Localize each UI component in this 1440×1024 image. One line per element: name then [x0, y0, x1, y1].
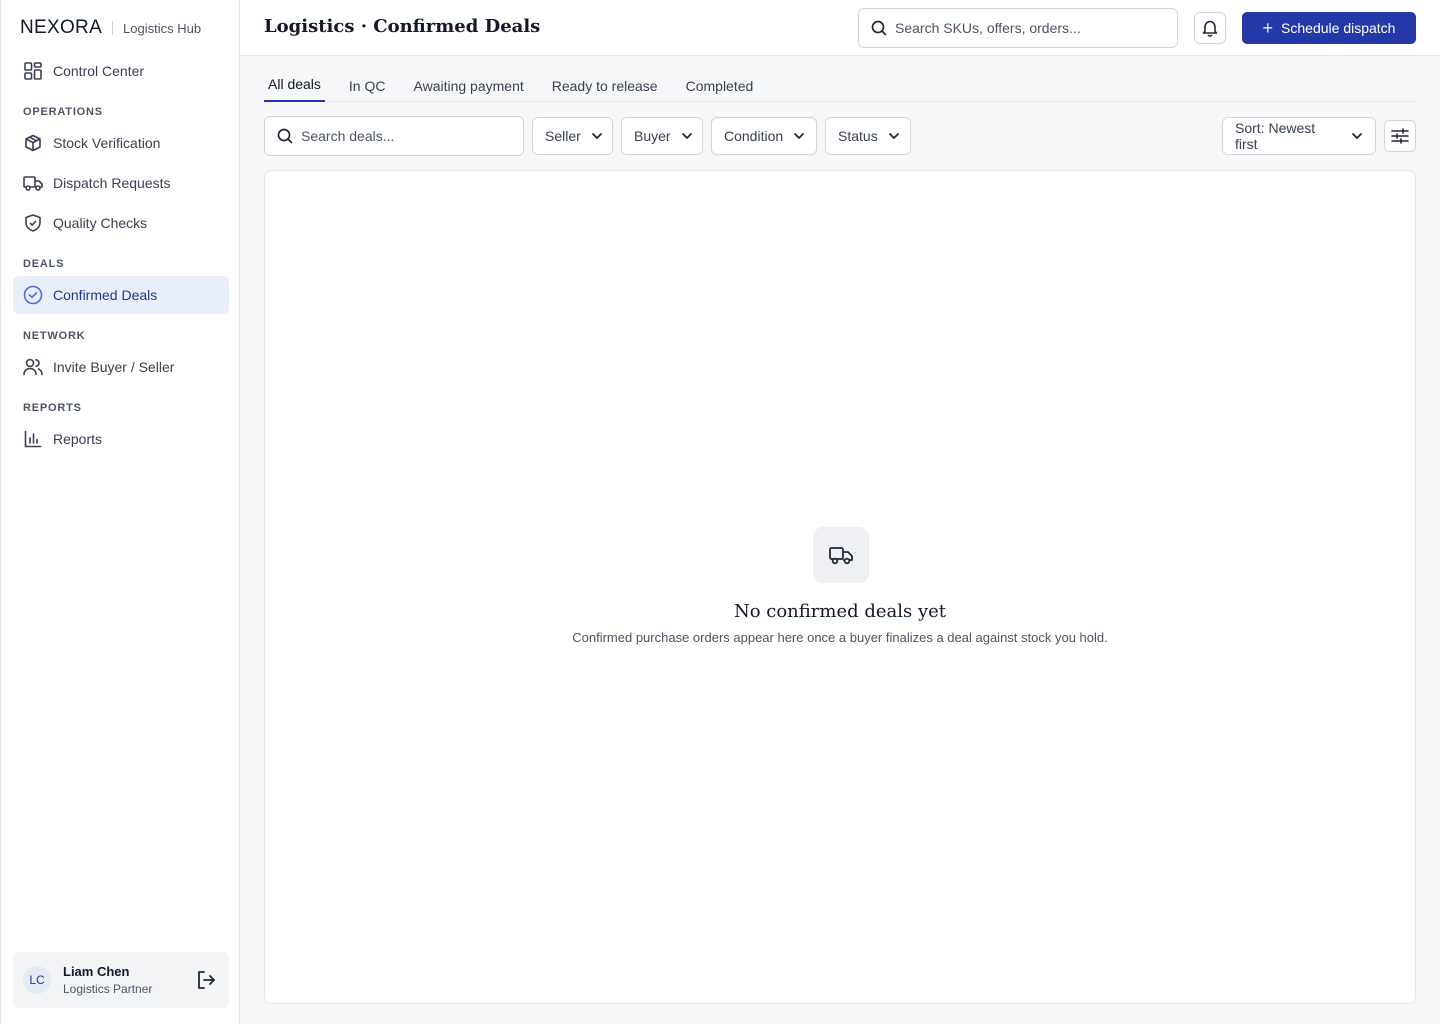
seller-filter-label: Seller [545, 128, 581, 144]
empty-state-title: No confirmed deals yet [733, 601, 947, 622]
sidebar-item-label: Quality Checks [53, 215, 148, 231]
buyer-filter-label: Buyer [634, 128, 671, 144]
brand-subtitle: Logistics Hub [123, 20, 202, 36]
sliders-icon [1390, 127, 1410, 145]
sort-select-label: Sort: Newest first [1235, 120, 1316, 152]
brand-logo: NEXORA [20, 17, 103, 38]
global-search[interactable] [858, 8, 1178, 48]
user-name: Liam Chen [63, 964, 130, 979]
chevron-down-icon [793, 130, 805, 142]
check-circle-icon [23, 285, 43, 305]
chevron-down-icon [888, 130, 900, 142]
tab-all-deals[interactable]: All deals [264, 72, 325, 102]
page-title: Logistics · Confirmed Deals [264, 16, 541, 37]
deals-panel: No confirmed deals yet Confirmed purchas… [264, 170, 1416, 1004]
sidebar-item-label: Dispatch Requests [53, 175, 171, 191]
truck-icon [23, 173, 43, 193]
box-icon [23, 133, 43, 153]
chevron-down-icon [591, 130, 603, 142]
tab-in-qc[interactable]: In QC [345, 72, 390, 102]
user-info: Liam Chen Logistics Partner [63, 964, 152, 996]
filter-settings-button[interactable] [1384, 120, 1416, 152]
schedule-dispatch-button[interactable]: + Schedule dispatch [1242, 12, 1416, 44]
sidebar-item-label: Reports [53, 431, 103, 447]
chevron-down-icon [1351, 130, 1363, 142]
deal-search-input[interactable] [301, 128, 501, 144]
brand-divider [112, 21, 114, 35]
users-icon [23, 357, 43, 377]
search-icon [871, 20, 887, 36]
top-bar: Logistics · Confirmed Deals + Schedule d… [240, 0, 1440, 56]
user-card: LC Liam Chen Logistics Partner [13, 952, 229, 1008]
section-label-deals: DEALS [23, 258, 65, 270]
avatar: LC [23, 966, 51, 994]
sidebar-item-reports[interactable]: Reports [13, 420, 229, 458]
global-search-input[interactable] [895, 20, 1155, 36]
tab-ready-to-release[interactable]: Ready to release [548, 72, 662, 102]
sidebar-item-confirmed-deals[interactable]: Confirmed Deals [13, 276, 229, 314]
tab-completed[interactable]: Completed [682, 72, 758, 102]
condition-filter-label: Condition [724, 128, 784, 144]
sidebar-item-quality-checks[interactable]: Quality Checks [13, 204, 229, 242]
sidebar: NEXORA Logistics Hub Control Center OPER… [0, 0, 240, 1024]
buyer-filter[interactable]: Buyer [621, 117, 703, 155]
deal-search[interactable] [264, 116, 524, 156]
sidebar-item-label: Control Center [53, 63, 145, 79]
chevron-down-icon [681, 130, 693, 142]
truck-icon [813, 527, 869, 583]
empty-state-message: Confirmed purchase orders appear here on… [572, 630, 1108, 645]
bar-chart-icon [23, 429, 43, 449]
sidebar-item-label: Invite Buyer / Seller [53, 359, 175, 375]
bell-icon [1201, 19, 1219, 37]
sidebar-item-stock-verification[interactable]: Stock Verification [13, 124, 229, 162]
section-label-reports: REPORTS [23, 402, 82, 414]
status-filter[interactable]: Status [825, 117, 911, 155]
plus-icon: + [1262, 18, 1274, 38]
brand: NEXORA Logistics Hub [20, 16, 201, 40]
sidebar-item-control-center[interactable]: Control Center [13, 52, 229, 90]
schedule-dispatch-label: Schedule dispatch [1281, 20, 1396, 36]
notifications-button[interactable] [1194, 12, 1226, 44]
section-label-operations: OPERATIONS [23, 106, 103, 118]
status-filter-label: Status [838, 128, 878, 144]
sidebar-item-dispatch-requests[interactable]: Dispatch Requests [13, 164, 229, 202]
sidebar-item-invite-buyer-seller[interactable]: Invite Buyer / Seller [13, 348, 229, 386]
tab-awaiting-payment[interactable]: Awaiting payment [410, 72, 528, 102]
condition-filter[interactable]: Condition [711, 117, 817, 155]
section-label-network: NETWORK [23, 330, 86, 342]
deal-tabs: All deals In QC Awaiting payment Ready t… [264, 72, 1416, 102]
sort-select[interactable]: Sort: Newest first [1222, 117, 1376, 155]
user-role: Logistics Partner [63, 982, 153, 996]
logout-icon[interactable] [195, 969, 217, 991]
seller-filter[interactable]: Seller [532, 117, 613, 155]
sidebar-item-label: Stock Verification [53, 135, 161, 151]
shield-check-icon [23, 213, 43, 233]
dashboard-icon [23, 61, 43, 81]
search-icon [277, 128, 293, 144]
sidebar-item-label: Confirmed Deals [53, 287, 158, 303]
